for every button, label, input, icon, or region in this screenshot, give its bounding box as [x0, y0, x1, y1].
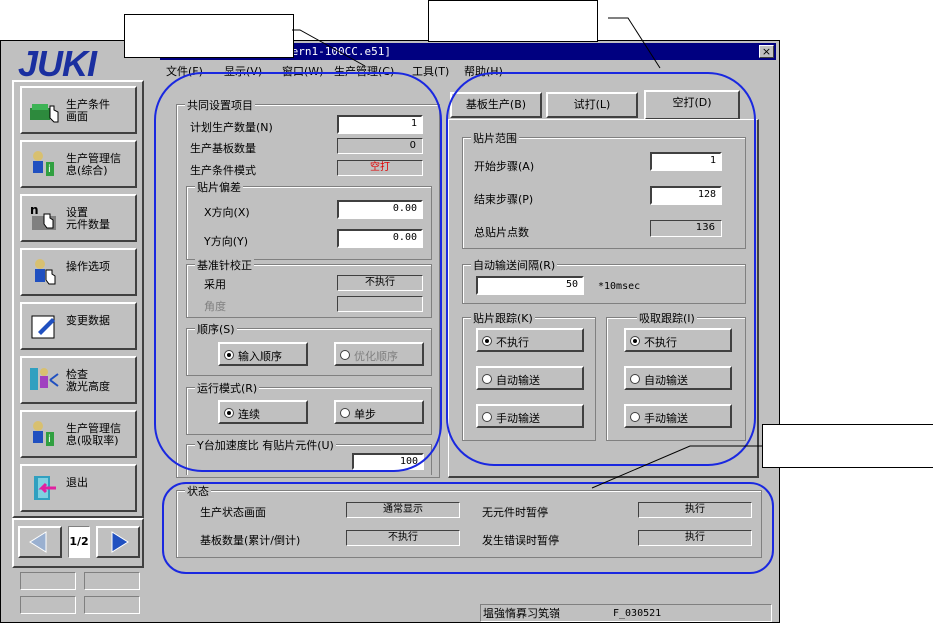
callout-line-1 — [292, 29, 366, 67]
callout-lines — [292, 17, 762, 489]
callout-line-2 — [608, 17, 661, 69]
callout-line-3 — [591, 445, 762, 489]
